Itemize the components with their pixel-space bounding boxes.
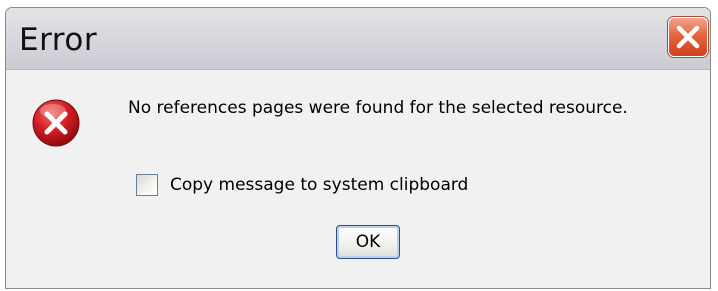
close-x-icon [676,25,700,49]
copy-to-clipboard-label[interactable]: Copy message to system clipboard [170,175,468,195]
error-message: No references pages were found for the s… [128,98,628,118]
close-button[interactable] [668,17,708,57]
error-icon [32,99,80,147]
ok-button[interactable]: OK [336,225,400,259]
title-bar[interactable]: Error [6,8,710,70]
copy-to-clipboard-checkbox[interactable] [136,174,158,196]
error-dialog: Error No references pages were found for… [5,7,711,289]
copy-to-clipboard-option[interactable]: Copy message to system clipboard [136,174,468,196]
dialog-body: No references pages were found for the s… [6,70,710,288]
dialog-title: Error [19,22,98,58]
